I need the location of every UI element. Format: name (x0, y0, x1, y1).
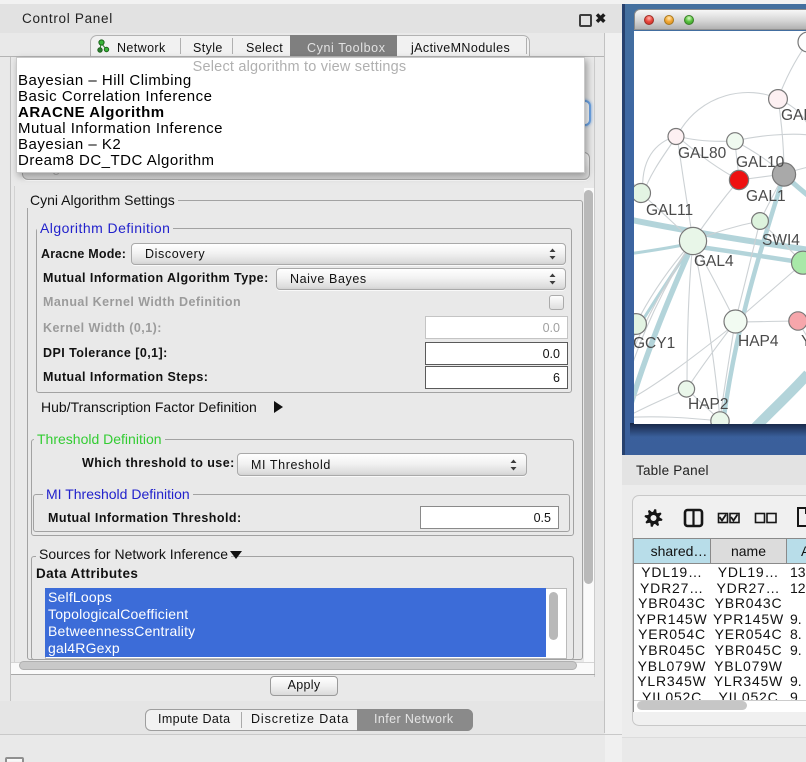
svg-text:GAL1: GAL1 (746, 188, 786, 205)
svg-text:GCY1: GCY1 (634, 335, 675, 352)
svg-text:YJ: YJ (801, 333, 806, 350)
svg-text:GAL11: GAL11 (646, 202, 693, 219)
svg-text:HAP4: HAP4 (738, 333, 779, 350)
svg-text:SWI4: SWI4 (762, 232, 800, 249)
svg-text:HAP2: HAP2 (688, 396, 729, 413)
svg-text:GAL80: GAL80 (678, 145, 727, 162)
svg-text:GAL10: GAL10 (736, 154, 785, 171)
svg-text:GAL8: GAL8 (781, 107, 806, 124)
svg-text:GAL4: GAL4 (694, 253, 734, 270)
